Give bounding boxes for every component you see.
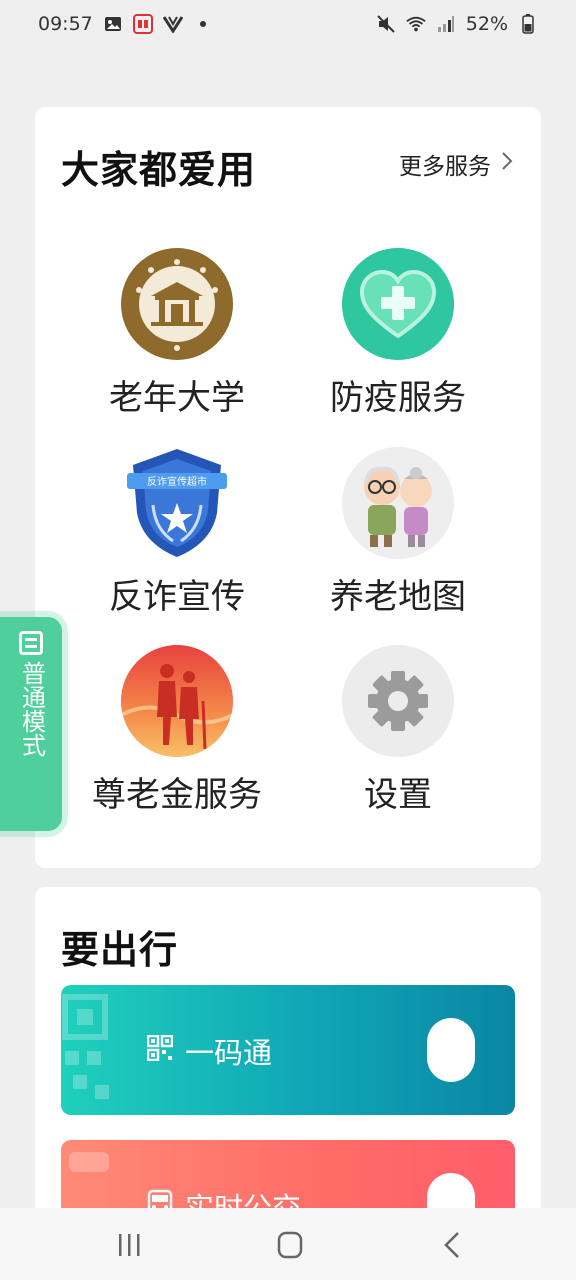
- service-label: 尊老金服务: [92, 775, 262, 815]
- more-services-label: 更多服务: [399, 154, 491, 180]
- pill-decoration: [427, 1018, 475, 1082]
- badge-text: 反诈宣传超市: [147, 475, 207, 488]
- recent-apps-button[interactable]: [110, 1230, 150, 1260]
- recent-apps-icon: [119, 1234, 140, 1256]
- normal-mode-label: 普通模式: [17, 661, 46, 757]
- battery-icon: [518, 14, 538, 34]
- gallery-notification-icon: [103, 14, 123, 34]
- app-notification-icon: [132, 14, 153, 34]
- service-settings[interactable]: 设置: [288, 645, 508, 825]
- home-icon: [277, 1231, 303, 1259]
- heart-cross-icon: [342, 248, 454, 360]
- wifi-icon: [406, 14, 426, 34]
- service-senior-allowance[interactable]: 尊老金服务: [67, 645, 287, 825]
- service-label: 防疫服务: [330, 378, 466, 418]
- travel-title: 要出行: [61, 928, 179, 972]
- university-seal-icon: [121, 248, 233, 360]
- popular-services-card: 大家都爱用 更多服务 老年大学 防疫服务 反诈宣传超市 反诈宣传 养老地图 尊老…: [35, 107, 541, 868]
- service-label: 反诈宣传: [109, 577, 245, 617]
- v-notification-icon: [162, 14, 183, 34]
- signal-icon: [436, 14, 456, 34]
- elderly-couple-icon: [342, 447, 454, 559]
- normal-mode-toggle[interactable]: 普通模式: [0, 617, 62, 831]
- one-code-pass-button[interactable]: 一码通: [61, 985, 515, 1115]
- back-button[interactable]: [432, 1230, 472, 1260]
- system-navigation-bar: [0, 1208, 576, 1280]
- status-time: 09:57: [38, 13, 93, 35]
- service-elderly-care-map[interactable]: 养老地图: [288, 447, 508, 627]
- chevron-right-icon: [501, 151, 513, 177]
- service-anti-fraud[interactable]: 反诈宣传超市 反诈宣传: [67, 447, 287, 627]
- status-bar: 09:57 52%: [0, 0, 576, 48]
- qr-pattern-decoration: [62, 994, 109, 1099]
- popular-services-title: 大家都爱用: [61, 148, 257, 192]
- back-chevron-icon: [444, 1232, 459, 1258]
- qr-code-icon: [146, 1034, 174, 1068]
- service-elderly-university[interactable]: 老年大学: [67, 248, 287, 428]
- gear-icon: [342, 645, 454, 757]
- police-badge-icon: 反诈宣传超市: [121, 447, 233, 559]
- more-services-link[interactable]: 更多服务: [399, 147, 513, 181]
- battery-percent: 52%: [465, 13, 508, 35]
- service-label: 老年大学: [109, 378, 245, 418]
- home-button[interactable]: [270, 1230, 310, 1260]
- elderly-sunset-icon: [121, 645, 233, 757]
- one-code-pass-label: 一码通: [185, 1036, 273, 1070]
- more-notifications-dot-icon: [193, 14, 213, 34]
- service-epidemic-prevention[interactable]: 防疫服务: [288, 248, 508, 428]
- service-label: 养老地图: [330, 577, 466, 617]
- mute-icon: [376, 14, 396, 34]
- service-label: 设置: [364, 775, 432, 815]
- mode-switch-icon: [19, 631, 43, 655]
